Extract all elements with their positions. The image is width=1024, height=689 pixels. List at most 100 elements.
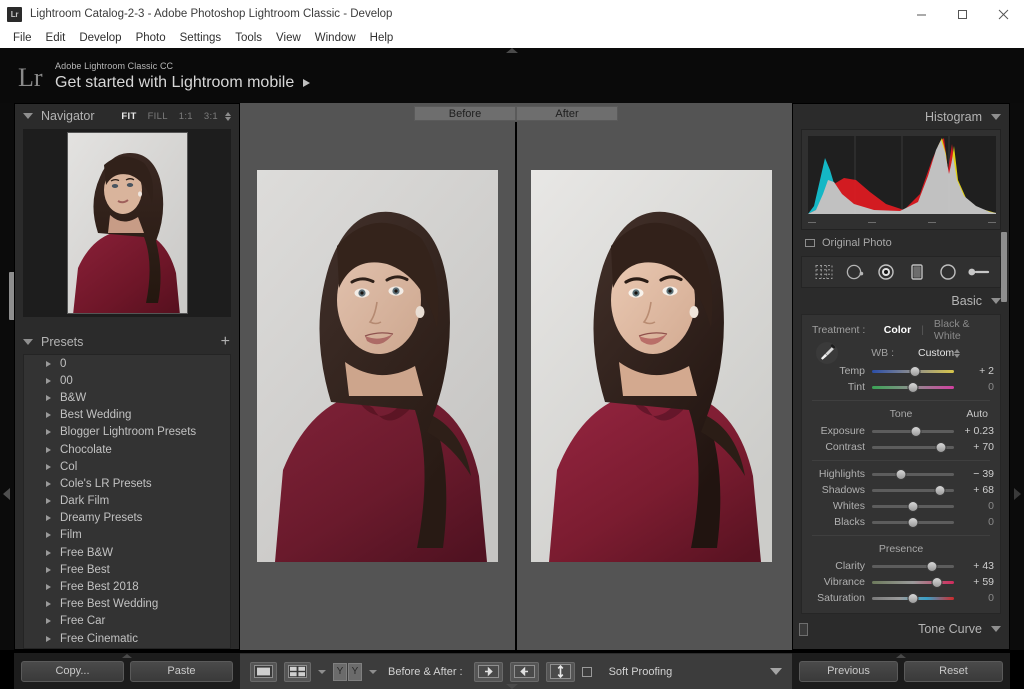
white-balance-selector-icon[interactable] [812, 341, 842, 365]
zoom-3-1[interactable]: 3:1 [204, 111, 218, 122]
chevron-right-icon[interactable] [46, 412, 51, 418]
close-icon[interactable] [983, 0, 1024, 28]
original-photo-icon[interactable] [805, 239, 815, 247]
right-panel-collapse-icon[interactable] [1014, 488, 1021, 500]
compare-view-icon[interactable] [284, 662, 311, 682]
list-item[interactable]: Col [24, 458, 230, 475]
blacks-track[interactable] [872, 516, 954, 528]
chevron-right-icon[interactable] [46, 636, 51, 642]
saturation-knob[interactable] [908, 593, 919, 604]
list-item[interactable]: Free Car [24, 613, 230, 630]
histogram-panel[interactable] [801, 129, 1001, 230]
vibrance-value[interactable]: + 59 [954, 576, 994, 588]
minimize-icon[interactable] [901, 0, 942, 28]
list-item[interactable]: Free Best 2018 [24, 578, 230, 595]
yy-right[interactable]: Y [348, 663, 362, 681]
shadows-value[interactable]: + 68 [954, 484, 994, 496]
vibrance-track[interactable] [872, 576, 954, 588]
slider-tint[interactable]: Tint 0 [802, 379, 1000, 395]
tint-knob[interactable] [908, 382, 919, 393]
highlights-knob[interactable] [895, 469, 906, 480]
list-item[interactable]: Best Wedding [24, 407, 230, 424]
contrast-value[interactable]: + 70 [954, 441, 994, 453]
contrast-track[interactable] [872, 441, 954, 453]
histogram-header[interactable]: Histogram [793, 104, 1009, 129]
before-after-yy-toggle[interactable]: Y Y [333, 663, 362, 681]
menu-edit[interactable]: Edit [39, 30, 73, 46]
temp-track[interactable] [872, 365, 954, 377]
zoom-fit[interactable]: FIT [121, 111, 136, 122]
temp-knob[interactable] [909, 366, 920, 377]
red-eye-icon[interactable] [875, 261, 897, 283]
list-item[interactable]: Free B&W [24, 544, 230, 561]
treatment-color[interactable]: Color [874, 324, 921, 336]
chevron-right-icon[interactable] [46, 378, 51, 384]
list-item[interactable]: Chocolate [24, 441, 230, 458]
presets-header[interactable]: Presets + [15, 329, 239, 354]
filmstrip-toggle-icon[interactable] [506, 684, 518, 689]
top-panel-toggle-icon[interactable] [506, 48, 518, 53]
exposure-track[interactable] [872, 425, 954, 437]
list-item[interactable]: Free Cinematic [24, 630, 230, 647]
slider-exposure[interactable]: Exposure + 0.23 [802, 423, 1000, 439]
crop-overlay-icon[interactable] [813, 261, 835, 283]
exposure-knob[interactable] [911, 426, 922, 437]
list-item[interactable]: 0 [24, 355, 230, 372]
list-item[interactable]: Dreamy Presets [24, 510, 230, 527]
slider-contrast[interactable]: Contrast + 70 [802, 439, 1000, 455]
treatment-black-white[interactable]: Black & White [924, 318, 1000, 342]
graduated-filter-icon[interactable] [906, 261, 928, 283]
list-item[interactable]: Cole's LR Presets [24, 475, 230, 492]
list-item[interactable]: Dark Film [24, 493, 230, 510]
chevron-right-icon[interactable] [46, 550, 51, 556]
right-panel-resize-icon[interactable] [896, 654, 906, 658]
chevron-right-icon[interactable] [46, 532, 51, 538]
highlights-track[interactable] [872, 468, 954, 480]
menu-help[interactable]: Help [363, 30, 401, 46]
slider-vibrance[interactable]: Vibrance + 59 [802, 574, 1000, 590]
radial-filter-icon[interactable] [937, 261, 959, 283]
left-panel-resize-icon[interactable] [122, 654, 132, 658]
slider-shadows[interactable]: Shadows + 68 [802, 482, 1000, 498]
basic-header[interactable]: Basic [793, 288, 1009, 314]
copy-after-to-before-button[interactable] [474, 662, 503, 682]
copy-before-to-after-button[interactable] [510, 662, 539, 682]
navigator-preview[interactable] [23, 129, 231, 317]
slider-temp[interactable]: Temp + 2 [802, 363, 1000, 379]
shadows-track[interactable] [872, 484, 954, 496]
maximize-icon[interactable] [942, 0, 983, 28]
left-panel-collapse-icon[interactable] [3, 488, 10, 500]
tint-value[interactable]: 0 [954, 381, 994, 393]
chevron-down-icon[interactable] [991, 298, 1001, 304]
chevron-right-icon[interactable] [46, 447, 51, 453]
before-photo[interactable] [257, 170, 498, 562]
chevron-right-icon[interactable] [46, 481, 51, 487]
chevron-right-icon[interactable] [46, 584, 51, 590]
loupe-view-icon[interactable] [250, 662, 277, 682]
copy-button[interactable]: Copy... [21, 661, 124, 682]
soft-proofing-checkbox[interactable] [582, 667, 592, 677]
saturation-track[interactable] [872, 592, 954, 604]
chevron-right-icon[interactable] [46, 498, 51, 504]
blacks-value[interactable]: 0 [954, 516, 994, 528]
compare-view-menu-icon[interactable] [318, 670, 326, 674]
slider-saturation[interactable]: Saturation 0 [802, 590, 1000, 606]
after-pane[interactable] [517, 122, 792, 650]
toolbar-menu-icon[interactable] [770, 668, 782, 675]
menu-settings[interactable]: Settings [173, 30, 229, 46]
spot-removal-icon[interactable] [844, 261, 866, 283]
zoom-stepper-icon[interactable] [225, 112, 231, 121]
list-item[interactable]: Free Best [24, 561, 230, 578]
chevron-right-icon[interactable] [46, 464, 51, 470]
chevron-down-icon[interactable] [991, 114, 1001, 120]
slider-clarity[interactable]: Clarity + 43 [802, 558, 1000, 574]
histogram-graph[interactable] [808, 136, 996, 214]
list-item[interactable]: Blogger Lightroom Presets [24, 424, 230, 441]
slider-whites[interactable]: Whites 0 [802, 498, 1000, 514]
menu-view[interactable]: View [269, 30, 308, 46]
list-item[interactable]: Free City [24, 647, 230, 649]
before-pane[interactable] [240, 122, 515, 650]
vibrance-knob[interactable] [931, 577, 942, 588]
chevron-right-icon[interactable] [46, 618, 51, 624]
whites-knob[interactable] [908, 501, 919, 512]
